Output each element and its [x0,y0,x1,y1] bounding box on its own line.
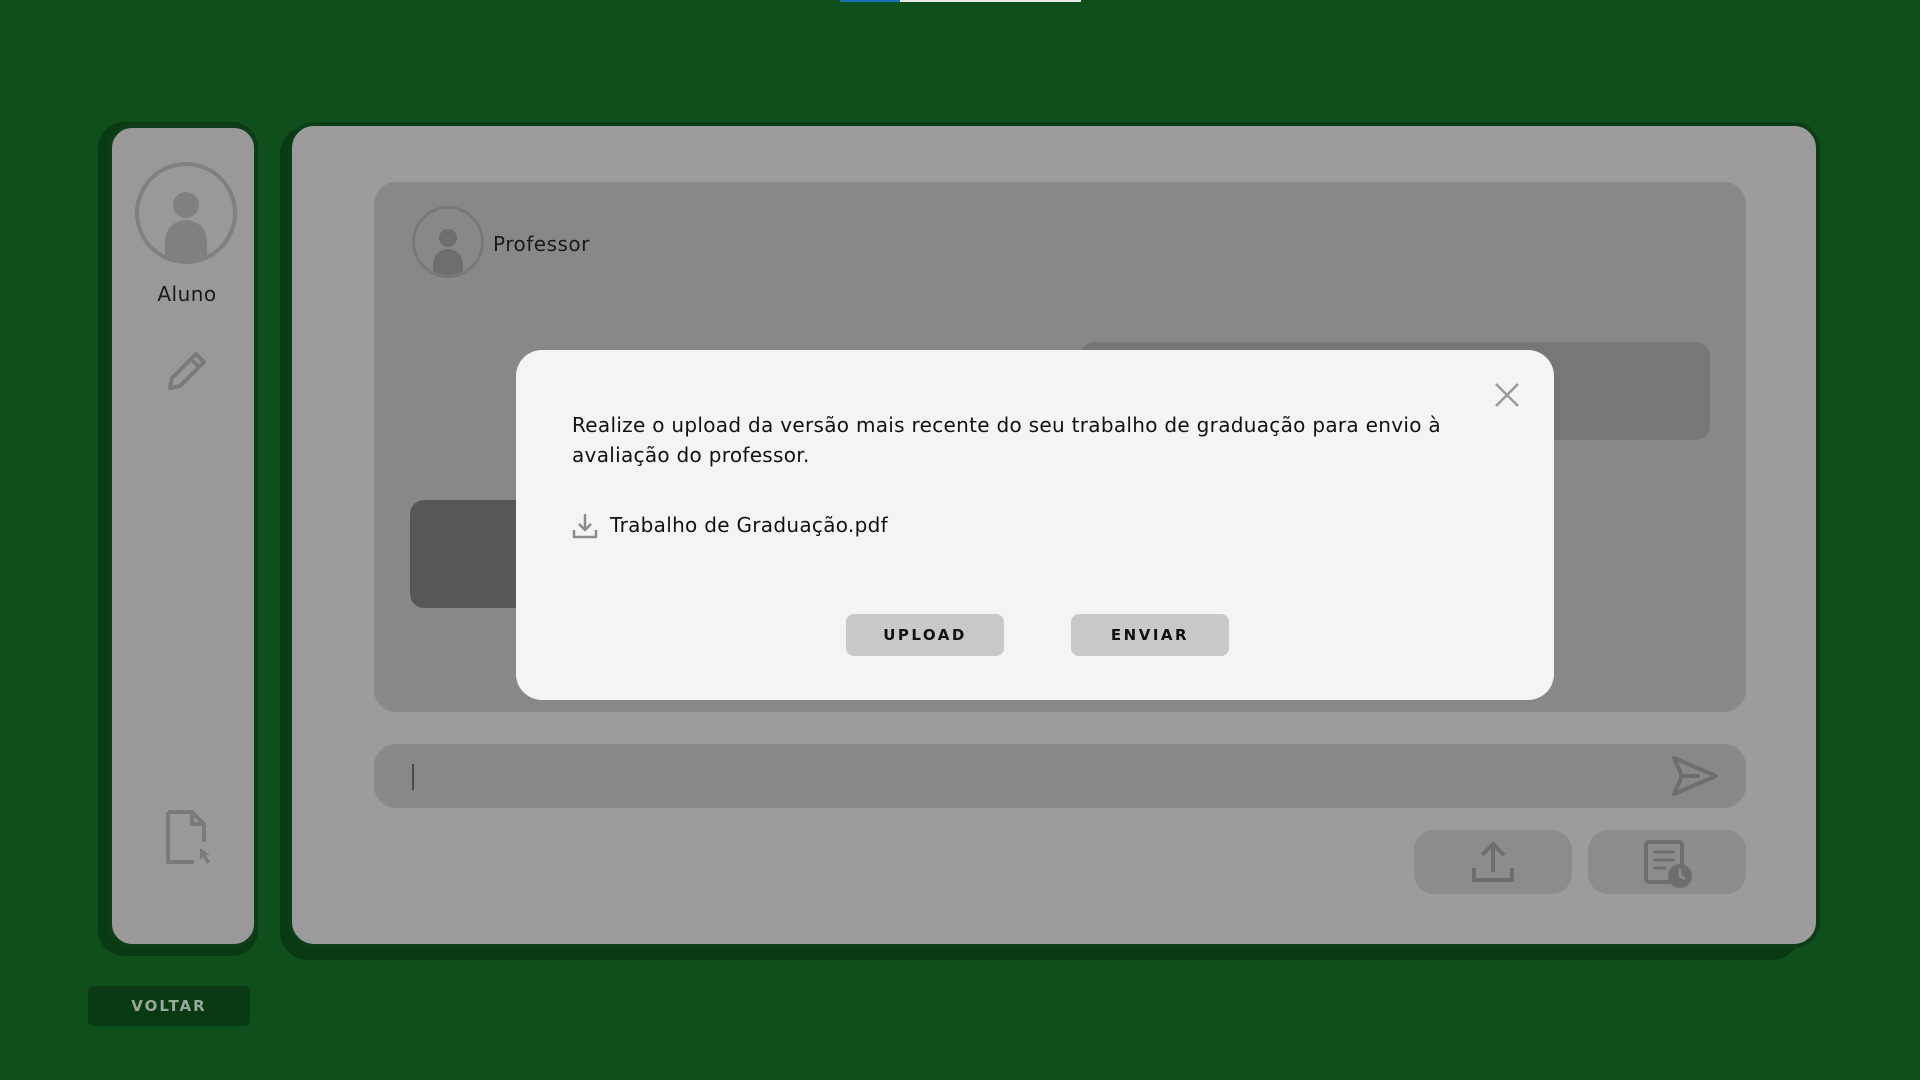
contact-avatar-icon [412,206,484,278]
pencil-icon[interactable] [160,344,212,396]
text-caret [412,764,414,790]
back-button[interactable]: VOLTAR [88,986,250,1026]
user-avatar-icon[interactable] [135,162,237,264]
document-clock-icon [1644,840,1692,888]
top-progress-bar [840,0,1081,2]
modal-message: Realize o upload da versão mais recente … [572,413,1441,467]
top-progress-fill [840,0,901,2]
upload-modal: Realize o upload da versão mais recente … [516,350,1554,700]
file-name[interactable]: Trabalho de Graduação.pdf [610,513,888,537]
upload-button[interactable]: UPLOAD [846,614,1004,656]
send-button[interactable]: ENVIAR [1071,614,1229,656]
sidebar: Aluno [108,124,258,948]
message-input[interactable] [374,744,1746,808]
close-icon[interactable] [1492,380,1522,410]
upload-icon [1472,842,1514,882]
user-role-label: Aluno [157,282,217,306]
chat-contact-name: Professor [493,232,590,256]
file-cursor-icon[interactable] [162,808,218,868]
upload-action-button[interactable] [1414,830,1572,894]
history-action-button[interactable] [1588,830,1746,894]
download-icon [572,514,598,539]
send-icon[interactable] [1670,754,1720,798]
